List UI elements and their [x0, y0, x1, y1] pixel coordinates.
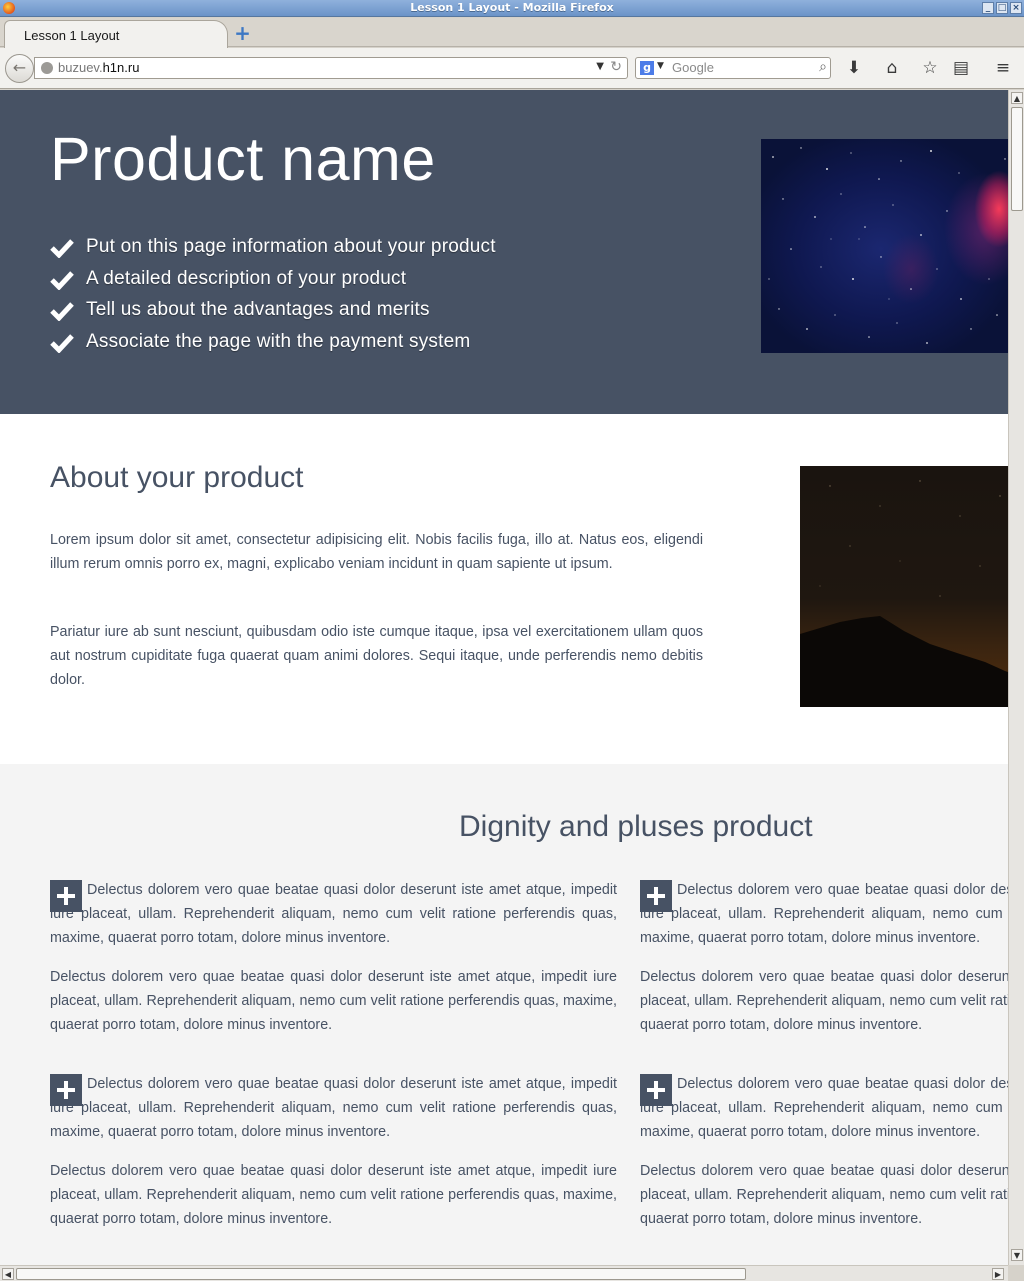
search-engine-dropdown-icon[interactable]: ▼	[657, 61, 664, 71]
search-placeholder: Google	[672, 60, 714, 75]
globe-icon	[41, 62, 53, 74]
nebula-image	[761, 139, 1008, 353]
horizontal-scrollbar[interactable]: ◀ ▶	[0, 1265, 1008, 1281]
bookmark-star-icon[interactable]: ☆	[919, 58, 941, 80]
dignity-section: Dignity and pluses product Delectus dolo…	[0, 764, 1008, 1265]
menu-icon[interactable]: ≡	[992, 58, 1014, 80]
product-title: Product name	[50, 125, 436, 193]
mountain-silhouette	[800, 480, 1008, 707]
feature-item: Associate the page with the payment syst…	[50, 331, 496, 363]
card-paragraph: Delectus dolorem vero quae beatae quasi …	[50, 1163, 617, 1227]
tab-lesson-1-layout[interactable]: Lesson 1 Layout	[4, 20, 228, 48]
tab-label: Lesson 1 Layout	[24, 28, 120, 43]
mountain-night-image	[800, 466, 1008, 707]
horizontal-scroll-thumb[interactable]	[16, 1268, 746, 1280]
check-icon	[50, 239, 74, 258]
feature-text: Associate the page with the payment syst…	[86, 330, 471, 352]
minimize-icon[interactable]: _	[982, 2, 994, 14]
scroll-up-icon[interactable]: ▲	[1011, 92, 1023, 104]
tab-strip: Lesson 1 Layout +	[0, 18, 1024, 48]
plus-icon	[640, 1074, 672, 1106]
card-paragraph: Delectus dolorem vero quae beatae quasi …	[640, 969, 1008, 1033]
plus-icon	[50, 880, 82, 912]
card-paragraph: Delectus dolorem vero quae beatae quasi …	[50, 1076, 617, 1140]
url-text: buzuev.h1n.ru	[58, 60, 140, 75]
card-paragraph: Delectus dolorem vero quae beatae quasi …	[640, 882, 1008, 946]
card-paragraph: Delectus dolorem vero quae beatae quasi …	[50, 969, 617, 1033]
star-field	[768, 147, 1006, 344]
dignity-card: Delectus dolorem vero quae beatae quasi …	[50, 878, 617, 1037]
about-paragraph: Pariatur iure ab sunt nesciunt, quibusda…	[50, 624, 703, 688]
window-title: Lesson 1 Layout - Mozilla Firefox	[410, 1, 614, 14]
feature-item: Put on this page information about your …	[50, 236, 496, 268]
dignity-card: Delectus dolorem vero quae beatae quasi …	[640, 878, 1008, 1037]
feature-item: A detailed description of your product	[50, 268, 496, 300]
check-icon	[50, 270, 74, 290]
search-bar[interactable]: g ▼ Google ⌕	[635, 57, 831, 79]
scroll-right-icon[interactable]: ▶	[992, 1268, 1004, 1280]
url-bar[interactable]: buzuev.h1n.ru ▼ ↻	[34, 57, 628, 79]
dignity-heading: Dignity and pluses product	[459, 810, 813, 843]
about-section: About your product Lorem ipsum dolor sit…	[0, 414, 1008, 764]
check-icon	[50, 302, 74, 321]
card-paragraph: Delectus dolorem vero quae beatae quasi …	[640, 1076, 1008, 1140]
dignity-card: Delectus dolorem vero quae beatae quasi …	[50, 1072, 617, 1231]
feature-text: A detailed description of your product	[86, 267, 407, 289]
history-dropdown-icon[interactable]: ▼	[596, 61, 604, 72]
vertical-scrollbar[interactable]: ▲ ▼	[1008, 90, 1024, 1265]
plus-icon	[50, 1074, 82, 1106]
about-paragraph: Lorem ipsum dolor sit amet, consectetur …	[50, 532, 703, 572]
check-icon	[50, 333, 74, 353]
feature-item: Tell us about the advantages and merits	[50, 299, 496, 331]
new-tab-icon[interactable]: +	[234, 23, 251, 43]
hero-section: Product name Put on this page informatio…	[0, 90, 1008, 414]
google-icon[interactable]: g	[640, 61, 654, 75]
feature-list: Put on this page information about your …	[50, 236, 496, 362]
close-icon[interactable]: ×	[1010, 2, 1022, 14]
scrollbar-corner	[1008, 1265, 1024, 1281]
feature-text: Tell us about the advantages and merits	[86, 299, 430, 320]
search-icon[interactable]: ⌕	[819, 59, 827, 75]
bookmarks-menu-icon[interactable]: ▤	[950, 58, 972, 80]
navigation-toolbar: ← buzuev.h1n.ru ▼ ↻ g ▼ Google ⌕ ⬇ ⌂ ☆ ▤…	[0, 48, 1024, 89]
about-heading: About your product	[50, 461, 304, 494]
window-titlebar: Lesson 1 Layout - Mozilla Firefox _ □ ×	[0, 0, 1024, 17]
card-paragraph: Delectus dolorem vero quae beatae quasi …	[50, 882, 617, 946]
feature-text: Put on this page information about your …	[86, 236, 496, 257]
reload-icon[interactable]: ↻	[610, 59, 622, 75]
plus-icon	[640, 880, 672, 912]
vertical-scroll-thumb[interactable]	[1011, 107, 1023, 211]
download-icon[interactable]: ⬇	[843, 58, 865, 80]
home-icon[interactable]: ⌂	[881, 58, 903, 80]
page-viewport: Product name Put on this page informatio…	[0, 90, 1008, 1265]
maximize-icon[interactable]: □	[996, 2, 1008, 14]
dignity-card: Delectus dolorem vero quae beatae quasi …	[640, 1072, 1008, 1231]
scroll-left-icon[interactable]: ◀	[2, 1268, 14, 1280]
card-paragraph: Delectus dolorem vero quae beatae quasi …	[640, 1163, 1008, 1227]
scroll-down-icon[interactable]: ▼	[1011, 1249, 1023, 1261]
back-arrow-icon[interactable]: ←	[5, 54, 34, 83]
